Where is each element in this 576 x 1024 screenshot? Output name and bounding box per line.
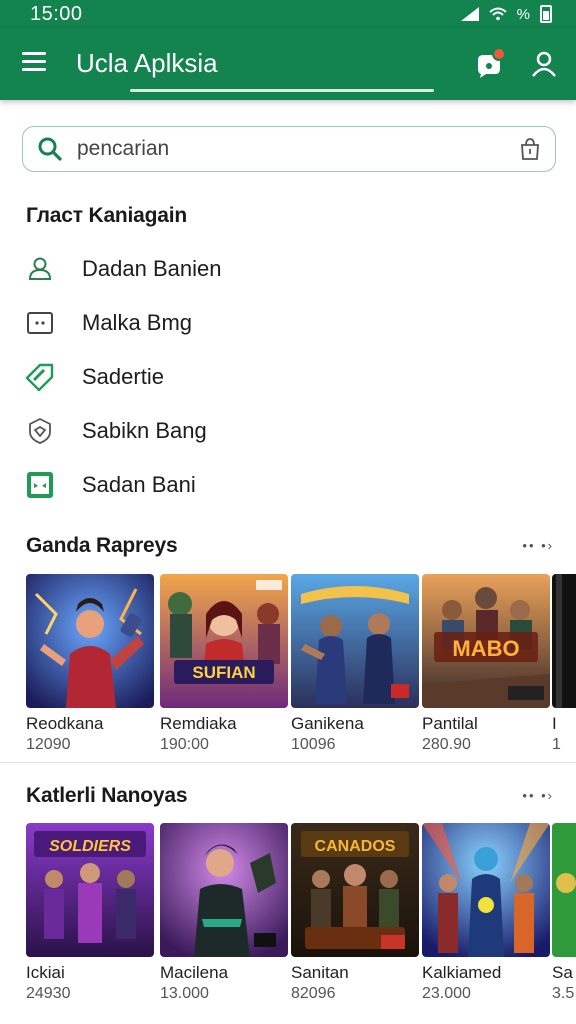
shopping-bag-icon[interactable] [519,137,541,161]
game-value: 13.000 [160,985,209,1002]
canados-poster-text: CANADOS [315,838,396,855]
soldiers-poster: SOLDIERS [26,823,154,957]
game-name: Sanitan [291,963,349,982]
category-item[interactable]: Malka Bmg [0,296,576,350]
game-card[interactable]: CANADOS Sanitan 82096 [291,823,419,1003]
user-outline-icon [28,257,52,280]
battery-percent: % [516,5,530,23]
card-icon [27,312,53,334]
warriors-poster [291,574,419,708]
section-divider [0,762,576,763]
game-name: Macilena [160,963,229,982]
category-item[interactable]: Sadan Bani [0,458,576,512]
heroine-icon [26,574,154,708]
game-card[interactable]: I 1 [552,574,576,754]
game-card[interactable]: SUFIAN Remdiaka 190:00 [160,574,288,754]
game-name: Reodkana [26,714,104,733]
game-name: Kalkiamed [422,963,502,982]
category-label: Sadan Bani [82,472,196,497]
category-item[interactable]: Sadertie [0,350,576,404]
game-name: Pantilal [422,714,478,733]
notification-button[interactable] [474,47,506,80]
game-card[interactable]: Sa 3.5 [552,823,576,1003]
notification-badge [492,47,506,61]
mabo-poster: MABO [422,574,550,708]
app-bar: Ucla Aplksia [0,28,576,100]
heroes-poster [422,823,550,957]
game-value: 3.5 [552,985,575,1002]
games-more-button[interactable]: •• •› [522,538,554,553]
status-bar: 15:00 % [0,0,576,28]
game-thumbnail [291,574,419,708]
sufian-poster: SUFIAN [160,574,288,708]
signal-icon [460,7,479,21]
game-card[interactable]: Macilena 13.000 [160,823,288,1003]
game-value: 280.90 [422,736,471,753]
game-value: 190:00 [160,736,209,753]
game-card[interactable]: SOLDIERS Ickiai 24930 [26,823,154,1003]
shield-icon [29,417,51,444]
title-underline [130,89,434,92]
game-thumbnail [422,823,550,957]
category-item[interactable]: Sabikn Bang [0,404,576,458]
category-label: Dadan Banien [82,256,222,281]
category-list: Dadan Banien Malka Bmg Sadertie Sabikn B… [0,242,576,512]
game-value: 82096 [291,985,336,1002]
game-value: 24930 [26,985,71,1002]
sufian-poster-text: SUFIAN [192,663,255,682]
app-title: Ucla Aplksia [76,48,218,78]
game-card[interactable]: Kalkiamed 23.000 [422,823,550,1003]
fighter-poster [160,823,288,957]
game-value: 12090 [26,736,71,753]
partial-poster-2 [552,823,576,957]
game-value: 10096 [291,736,336,753]
battery-icon [540,5,552,23]
search-input[interactable] [77,137,519,161]
category-section-title: Гласт Kaniagain [26,204,188,227]
game-value: 23.000 [422,985,471,1002]
soldiers-poster-text: SOLDIERS [49,838,131,855]
tag-icon [26,363,54,391]
game-card[interactable]: MABO Pantilal 280.90 [422,574,550,754]
wifi-icon [488,7,507,21]
category-label: Sabikn Bang [82,418,207,443]
game-name: Remdiaka [160,714,237,733]
search-icon [38,137,62,161]
category-label: Malka Bmg [82,310,193,335]
game-thumbnail [552,823,576,957]
status-time: 15:00 [30,2,83,25]
katerlist-section-title: Katlerli Nanoyas [26,784,188,807]
game-thumbnail: CANADOS [291,823,419,957]
face-icon [27,472,53,498]
game-value: 1 [552,736,561,753]
game-thumbnail [26,574,154,708]
search-bar[interactable] [22,126,556,172]
game-thumbnail: SOLDIERS [26,823,154,957]
mabo-poster-text: MABO [452,636,519,661]
game-name: I [552,714,557,733]
katerlist-more-button[interactable]: •• •› [522,788,554,803]
game-name: Ganikena [291,714,364,733]
game-name: Ickiai [26,963,65,982]
canados-poster: CANADOS [291,823,419,957]
game-thumbnail [160,823,288,957]
menu-icon[interactable] [22,52,46,72]
games-carousel[interactable]: Reodkana 12090 SUFIAN Remdiaka 190:00 Ga… [0,574,576,754]
game-thumbnail: SUFIAN [160,574,288,708]
game-name: Sa [552,963,573,982]
category-item[interactable]: Dadan Banien [0,242,576,296]
games-section-title: Ganda Rapreys [26,534,178,557]
category-label: Sadertie [82,364,164,389]
game-thumbnail: MABO [422,574,550,708]
game-card[interactable]: Reodkana 12090 [26,574,154,754]
game-thumbnail [552,574,576,708]
partial-poster [552,574,576,708]
account-icon[interactable] [530,50,558,78]
katerlist-carousel[interactable]: SOLDIERS Ickiai 24930 Macilena 13.000 CA… [0,823,576,1013]
status-icons: % [460,5,552,23]
game-card[interactable]: Ganikena 10096 [291,574,419,754]
